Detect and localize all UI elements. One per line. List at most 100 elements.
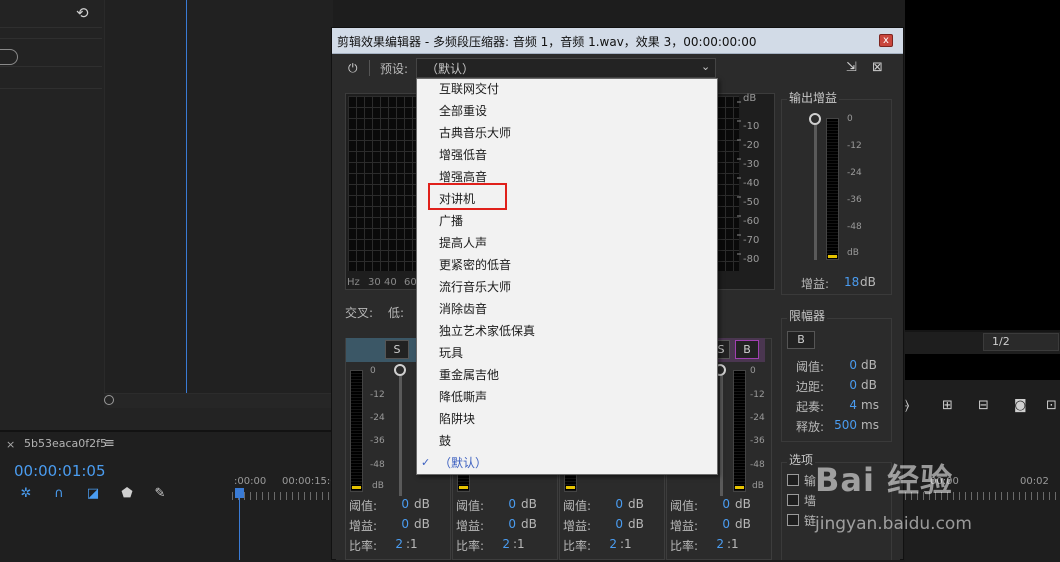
marker-icon[interactable]: ⬟ [119,486,135,501]
panel-row-divider [0,38,102,39]
gain-value[interactable]: 0 [496,517,516,531]
meter-scale-label: 0 [750,366,756,376]
ratio-label: 比率: [563,539,592,553]
limiter-title: 限幅器 [787,307,828,324]
preset-option[interactable]: 流行音乐大师 [439,278,709,295]
ratio-unit: :1 [727,537,739,551]
snap-icon[interactable]: ✲ [18,486,34,501]
gain-label: 增益: [563,519,592,533]
preset-option[interactable]: 古典音乐大师 [439,124,709,141]
freq-label: 40 [384,277,397,288]
resolution-select[interactable]: 1/2 [983,333,1059,351]
gain-label: 增益: [349,519,378,533]
output-gain-title: 输出增益 [787,89,840,106]
threshold-value[interactable]: 0 [496,497,516,511]
output-gain-value[interactable]: 18 [844,275,859,289]
linked-selection-icon[interactable]: ◪ [85,486,101,501]
power-icon[interactable]: ⏻ [348,61,358,76]
option-checkbox[interactable] [787,474,799,486]
output-gain-slider-track[interactable] [814,125,817,260]
preset-option[interactable]: 鼓 [439,432,709,449]
preset-option[interactable]: 互联网交付 [439,80,709,97]
threshold-value[interactable]: 0 [603,497,623,511]
preset-option[interactable]: 全部重设 [439,102,709,119]
threshold-value[interactable]: 0 [389,497,409,511]
limiter-threshold-value[interactable]: 0 [817,358,857,372]
threshold-label: 阈值: [456,499,485,513]
preset-option[interactable]: 降低嘶声 [439,388,709,405]
preset-option[interactable]: 重金属吉他 [439,366,709,383]
timeline-panel [104,0,333,393]
clear-icon[interactable]: ⊠ [872,60,883,75]
step-forward-icon[interactable]: ⦒ [905,398,909,413]
meter-scale-label: 0 [847,114,853,124]
meter-scale-label: -48 [370,460,385,470]
playhead-handle[interactable] [235,488,244,498]
chevron-down-icon[interactable]: ⌄ [701,60,710,73]
limiter-release-unit: ms [861,418,879,432]
extract-icon[interactable]: ⊟ [978,398,989,413]
wrench-icon[interactable]: ✎ [152,486,168,501]
preset-option[interactable]: 玩具 [439,344,709,361]
preset-option[interactable]: 增强低音 [439,146,709,163]
magnet-icon[interactable]: ∩ [51,486,67,501]
preset-option[interactable]: 陷阱块 [439,410,709,427]
gain-value[interactable]: 0 [710,517,730,531]
db-scale-ticks [737,101,741,255]
ratio-value[interactable]: 2 [383,537,403,551]
ratio-value[interactable]: 2 [704,537,724,551]
meter-scale-label: -12 [847,141,862,151]
ratio-label: 比率: [456,539,485,553]
preset-option[interactable]: 广播 [439,212,709,229]
limiter-bypass-button[interactable]: B [787,331,815,349]
band-bypass-button[interactable]: B [735,340,759,359]
reset-icon[interactable]: ⟲ [76,4,89,22]
close-button[interactable]: x [879,34,893,47]
output-gain-slider-knob[interactable] [809,113,821,125]
meter-scale-label: dB [372,481,384,491]
ratio-value[interactable]: 2 [490,537,510,551]
option-checkbox[interactable] [787,514,799,526]
timecode-display[interactable]: 00:00:01:05 [14,462,106,480]
db-label: -20 [743,140,760,151]
preset-option[interactable]: 更紧密的低音 [439,256,709,273]
meter-scale-label: -36 [847,195,862,205]
band-solo-button[interactable]: S [385,340,409,359]
threshold-slider-track[interactable] [399,376,402,496]
low-crossover-label: 低: [388,306,405,320]
camera-icon[interactable]: ◙ [1014,398,1027,413]
toggle-pill[interactable] [0,49,18,65]
output-gain-label: 增益: [801,277,830,291]
preset-option[interactable]: 提高人声 [439,234,709,251]
option-checkbox[interactable] [787,494,799,506]
preset-option-selected[interactable]: （默认） [439,454,709,471]
panel-menu-icon[interactable]: ≡ [104,436,115,451]
meter-level-bar [566,486,575,489]
db-label: -50 [743,197,760,208]
limiter-release-value[interactable]: 500 [817,418,857,432]
meter-scale-label: dB [752,481,764,491]
spectrum-grid [348,96,418,271]
horizontal-scrollbar[interactable] [104,393,332,408]
scrollbar-handle[interactable] [104,395,114,405]
button-editor-icon[interactable]: ⊡ [1046,398,1057,413]
annotation-highlight-box [428,183,507,210]
gain-value[interactable]: 0 [603,517,623,531]
limiter-margin-value[interactable]: 0 [817,378,857,392]
ratio-value[interactable]: 2 [597,537,617,551]
sequence-tab-name[interactable]: 5b53eaca0f2f5 [24,437,107,450]
threshold-slider-track[interactable] [720,376,723,496]
preset-option[interactable]: 消除齿音 [439,300,709,317]
close-tab-icon[interactable]: × [6,438,15,451]
gain-value[interactable]: 0 [389,517,409,531]
checkmark-icon: ✓ [421,456,431,469]
threshold-slider-knob[interactable] [394,364,406,376]
preset-option[interactable]: 独立艺术家低保真 [439,322,709,339]
threshold-label: 阈值: [670,499,699,513]
routing-icon[interactable]: ⇲ [846,60,857,75]
threshold-value[interactable]: 0 [710,497,730,511]
lift-icon[interactable]: ⊞ [942,398,953,413]
limiter-attack-value[interactable]: 4 [817,398,857,412]
db-label: -40 [743,178,760,189]
db-label: -60 [743,216,760,227]
